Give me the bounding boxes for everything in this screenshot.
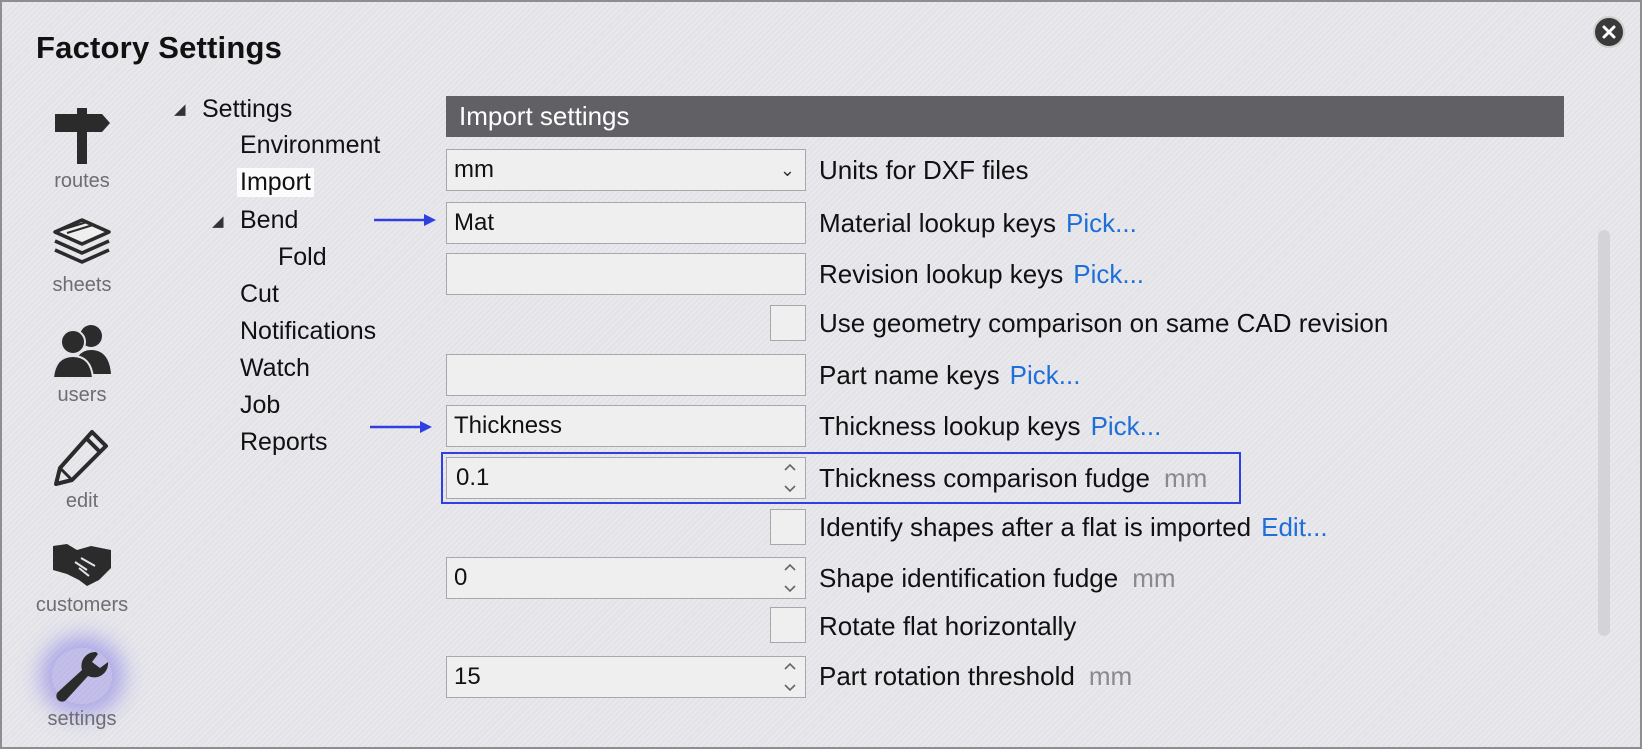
section-header: Import settings bbox=[446, 96, 1564, 137]
thickness-fudge-unit: mm bbox=[1163, 463, 1208, 493]
users-icon bbox=[51, 325, 111, 379]
arrow-icon bbox=[374, 214, 436, 226]
tree-node-import[interactable]: Import bbox=[237, 168, 314, 197]
tree-node-reports[interactable]: Reports bbox=[240, 428, 328, 457]
settings-window: Factory Settings routes sheets users edi… bbox=[0, 0, 1642, 749]
nav-label: users bbox=[57, 384, 107, 406]
nav-label: settings bbox=[47, 708, 117, 730]
spin-buttons[interactable] bbox=[783, 563, 797, 593]
units-label-text: Units for DXF files bbox=[819, 155, 1029, 185]
part-name-label-text: Part name keys bbox=[819, 360, 1000, 390]
shape-fudge-value: 0 bbox=[454, 564, 468, 591]
identify-label-text: Identify shapes after a flat is imported bbox=[819, 512, 1252, 542]
part-name-label: Part name keys Pick... bbox=[819, 360, 1080, 391]
geometry-comparison-checkbox[interactable] bbox=[770, 305, 806, 341]
tree-node-notifications[interactable]: Notifications bbox=[240, 317, 376, 346]
part-name-keys-input[interactable] bbox=[446, 354, 806, 396]
rotation-threshold-unit: mm bbox=[1088, 661, 1133, 691]
units-value: mm bbox=[454, 156, 494, 183]
thickness-fudge-stepper[interactable]: 0.1 bbox=[446, 457, 806, 499]
tree-node-job[interactable]: Job bbox=[240, 391, 280, 420]
window-title: Factory Settings bbox=[36, 30, 283, 65]
close-button[interactable] bbox=[1593, 16, 1625, 48]
shape-fudge-unit: mm bbox=[1132, 563, 1176, 593]
nav-users[interactable]: users bbox=[24, 322, 140, 422]
thickness-keys-input[interactable]: Thickness bbox=[446, 405, 806, 447]
tree-node-settings[interactable]: Settings bbox=[202, 95, 292, 124]
collapse-triangle-icon[interactable]: ◢ bbox=[174, 100, 186, 118]
rotation-threshold-value: 15 bbox=[454, 663, 481, 690]
revision-label-text: Revision lookup keys bbox=[819, 259, 1064, 289]
spin-up-icon[interactable] bbox=[784, 563, 796, 571]
thickness-fudge-label-text: Thickness comparison fudge bbox=[819, 463, 1150, 493]
pencil-icon bbox=[54, 430, 108, 486]
close-icon bbox=[1602, 25, 1616, 39]
nav-sheets[interactable]: sheets bbox=[24, 214, 140, 314]
tree-node-cut[interactable]: Cut bbox=[240, 280, 279, 309]
revision-keys-input[interactable] bbox=[446, 253, 806, 295]
rotate-flat-checkbox[interactable] bbox=[770, 607, 806, 643]
spin-buttons[interactable] bbox=[783, 662, 797, 692]
nav-label: sheets bbox=[52, 274, 112, 296]
tree-node-fold[interactable]: Fold bbox=[278, 243, 327, 272]
spin-down-icon[interactable] bbox=[784, 485, 796, 493]
handshake-icon bbox=[53, 544, 111, 586]
rotation-threshold-label-text: Part rotation threshold bbox=[819, 661, 1075, 691]
shape-fudge-label-text: Shape identification fudge bbox=[819, 563, 1119, 593]
shape-fudge-stepper[interactable]: 0 bbox=[446, 557, 806, 599]
chevron-down-icon: ⌄ bbox=[779, 160, 795, 180]
units-label: Units for DXF files bbox=[819, 155, 1029, 186]
nav-routes[interactable]: routes bbox=[24, 104, 140, 204]
units-select[interactable]: mm ⌄ bbox=[446, 149, 806, 191]
spin-up-icon[interactable] bbox=[784, 463, 796, 471]
nav-settings[interactable]: settings bbox=[24, 648, 140, 748]
nav-edit[interactable]: edit bbox=[24, 428, 140, 528]
nav-label: routes bbox=[54, 170, 110, 192]
signpost-icon bbox=[55, 108, 110, 164]
material-keys-input[interactable]: Mat bbox=[446, 202, 806, 244]
wrench-icon bbox=[56, 651, 109, 702]
identify-edit-link[interactable]: Edit... bbox=[1261, 512, 1327, 542]
material-label-text: Material lookup keys bbox=[819, 208, 1056, 238]
rotate-label: Rotate flat horizontally bbox=[819, 611, 1077, 641]
rotation-threshold-stepper[interactable]: 15 bbox=[446, 656, 806, 698]
thickness-pick-link[interactable]: Pick... bbox=[1091, 411, 1162, 441]
spin-down-icon[interactable] bbox=[784, 585, 796, 593]
spin-up-icon[interactable] bbox=[784, 662, 796, 670]
thickness-fudge-value: 0.1 bbox=[456, 464, 490, 491]
thickness-fudge-label: Thickness comparison fudge mm bbox=[819, 463, 1207, 494]
nav-label: customers bbox=[35, 594, 129, 616]
geometry-label: Use geometry comparison on same CAD revi… bbox=[819, 308, 1389, 338]
thickness-label-text: Thickness lookup keys bbox=[819, 411, 1081, 441]
nav-customers[interactable]: customers bbox=[24, 540, 140, 640]
shape-fudge-label: Shape identification fudge mm bbox=[819, 563, 1176, 594]
tree-node-bend[interactable]: Bend bbox=[240, 206, 298, 235]
material-keys-value: Mat bbox=[454, 209, 495, 236]
tree-node-environment[interactable]: Environment bbox=[240, 131, 380, 160]
arrow-icon bbox=[370, 421, 432, 433]
revision-label: Revision lookup keys Pick... bbox=[819, 259, 1144, 290]
identify-shapes-checkbox[interactable] bbox=[770, 509, 806, 545]
vertical-scrollbar[interactable] bbox=[1598, 230, 1610, 636]
material-label: Material lookup keys Pick... bbox=[819, 208, 1137, 239]
thickness-keys-value: Thickness bbox=[454, 412, 563, 439]
revision-pick-link[interactable]: Pick... bbox=[1073, 259, 1144, 289]
collapse-triangle-icon[interactable]: ◢ bbox=[212, 212, 224, 230]
material-pick-link[interactable]: Pick... bbox=[1066, 208, 1137, 238]
part-name-pick-link[interactable]: Pick... bbox=[1010, 360, 1081, 390]
layers-icon bbox=[53, 218, 111, 264]
thickness-label: Thickness lookup keys Pick... bbox=[819, 411, 1161, 442]
spin-down-icon[interactable] bbox=[784, 684, 796, 692]
identify-label: Identify shapes after a flat is imported… bbox=[819, 512, 1328, 543]
nav-label: edit bbox=[65, 490, 99, 512]
spin-buttons[interactable] bbox=[783, 463, 797, 493]
rotation-threshold-label: Part rotation threshold mm bbox=[819, 661, 1132, 692]
tree-node-watch[interactable]: Watch bbox=[240, 354, 310, 383]
